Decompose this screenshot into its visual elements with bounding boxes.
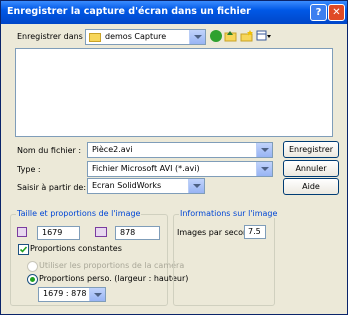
chevron-down-icon[interactable] bbox=[256, 162, 272, 176]
constant-proportions-label: Proportions constantes bbox=[30, 244, 122, 253]
fps-value: 7.5 bbox=[248, 227, 261, 236]
camera-proportions-radio[interactable] bbox=[27, 261, 38, 272]
ratio-select[interactable]: 1679 : 878 bbox=[38, 287, 106, 302]
height-value: 878 bbox=[120, 228, 136, 237]
constant-proportions-checkbox[interactable] bbox=[18, 244, 29, 255]
width-value: 1679 bbox=[42, 228, 63, 237]
save-in-label: Enregistrer dans : bbox=[17, 32, 89, 41]
fps-input[interactable]: 7.5 bbox=[244, 225, 266, 239]
image-size-group-title: Taille et proportions de l'image bbox=[16, 209, 142, 218]
radio-dot bbox=[30, 277, 35, 282]
filename-field[interactable]: Pièce2.avi bbox=[87, 142, 273, 158]
close-icon[interactable]: ✕ bbox=[328, 4, 345, 21]
chevron-down-icon[interactable] bbox=[189, 30, 205, 44]
image-size-group: Taille et proportions de l'image 1679 87… bbox=[10, 209, 188, 306]
title-bar[interactable]: Enregistrer la capture d'écran dans un f… bbox=[1, 1, 347, 24]
dialog-title: Enregistrer la capture d'écran dans un f… bbox=[7, 6, 251, 17]
custom-proportions-label: Proportions perso. (largeur : hauteur) bbox=[39, 274, 189, 283]
image-info-group-title: Informations sur l'image bbox=[179, 209, 279, 218]
height-input[interactable]: 878 bbox=[115, 226, 160, 240]
help-icon[interactable]: ? bbox=[310, 4, 327, 21]
up-folder-icon[interactable] bbox=[224, 29, 238, 43]
folder-icon bbox=[89, 33, 101, 42]
cancel-button[interactable]: Annuler bbox=[283, 160, 339, 177]
ratio-value: 1679 : 878 bbox=[43, 289, 87, 298]
save-in-combo[interactable]: demos Capture bbox=[85, 29, 206, 45]
width-input[interactable]: 1679 bbox=[37, 226, 80, 240]
type-value: Fichier Microsoft AVI (*.avi) bbox=[92, 164, 200, 173]
chevron-down-icon[interactable] bbox=[188, 179, 204, 193]
chevron-down-icon[interactable] bbox=[89, 288, 105, 301]
capture-from-select[interactable]: Ecran SolidWorks bbox=[87, 178, 205, 194]
back-icon[interactable] bbox=[210, 30, 222, 42]
save-dialog: Enregistrer la capture d'écran dans un f… bbox=[0, 0, 348, 315]
capture-from-label: Saisir à partir de: bbox=[17, 183, 87, 192]
type-label: Type : bbox=[17, 165, 41, 174]
height-icon bbox=[95, 227, 107, 237]
file-list[interactable] bbox=[15, 48, 333, 137]
image-info-group: Informations sur l'image Images par seco… bbox=[173, 209, 279, 306]
save-button[interactable]: Enregistrer bbox=[283, 141, 339, 158]
check-icon bbox=[19, 246, 28, 253]
save-in-value: demos Capture bbox=[105, 32, 167, 41]
view-menu-icon[interactable] bbox=[256, 29, 272, 43]
type-select[interactable]: Fichier Microsoft AVI (*.avi) bbox=[87, 161, 273, 177]
filename-value: Pièce2.avi bbox=[92, 145, 133, 154]
camera-proportions-label: Utiliser les proportions de la caméra bbox=[39, 261, 185, 270]
help-button[interactable]: Aide bbox=[283, 178, 339, 195]
filename-label: Nom du fichier : bbox=[17, 146, 82, 155]
chevron-down-icon[interactable] bbox=[256, 143, 272, 157]
new-folder-icon[interactable] bbox=[240, 29, 254, 43]
width-icon bbox=[17, 227, 27, 237]
custom-proportions-radio[interactable] bbox=[27, 274, 38, 285]
capture-from-value: Ecran SolidWorks bbox=[92, 181, 162, 190]
